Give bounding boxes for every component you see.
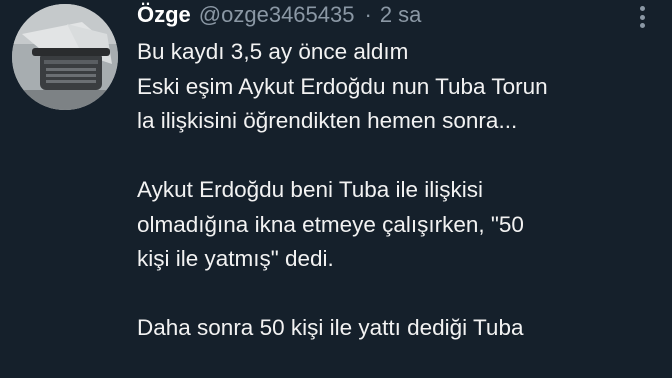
author-handle[interactable]: @ozge3465435 — [199, 0, 355, 30]
paragraph-break — [137, 139, 662, 174]
tweet-text-line: Aykut Erdoğdu beni Tuba ile ilişkisi — [137, 177, 484, 202]
more-options-icon[interactable] — [636, 4, 648, 30]
more-dot — [639, 14, 645, 20]
tweet-text-line: la ilişkisini öğrendikten hemen sonra... — [137, 108, 518, 133]
typewriter-photo-icon — [12, 4, 118, 110]
paragraph-break — [137, 277, 662, 312]
tweet-text-line: Daha sonra 50 kişi ile yattı dediği Tuba — [137, 315, 524, 340]
separator-dot: · — [364, 2, 372, 27]
tweet-text-line: Eski eşim Aykut Erdoğdu nun Tuba Torun — [137, 73, 548, 99]
avatar[interactable] — [12, 4, 118, 110]
tweet[interactable]: Özge @ozge3465435 · 2 sa Bu kaydı 3,5 ay… — [0, 0, 672, 378]
timestamp[interactable]: 2 sa — [380, 0, 422, 30]
tweet-text-line: olmadığına ikna etmeye çalışırken, "50 — [137, 211, 524, 237]
tweet-text-line: Bu kaydı 3,5 ay önce aldım — [137, 39, 409, 64]
more-dot — [639, 6, 645, 11]
more-dot — [639, 23, 645, 28]
tweet-text-line: kişi ile yatmış" dedi. — [137, 246, 334, 271]
tweet-header: Özge @ozge3465435 · 2 sa — [137, 0, 421, 30]
author-name[interactable]: Özge — [137, 0, 191, 30]
tweet-text: Bu kaydı 3,5 ay önce aldım Eski eşim Ayk… — [137, 35, 662, 346]
